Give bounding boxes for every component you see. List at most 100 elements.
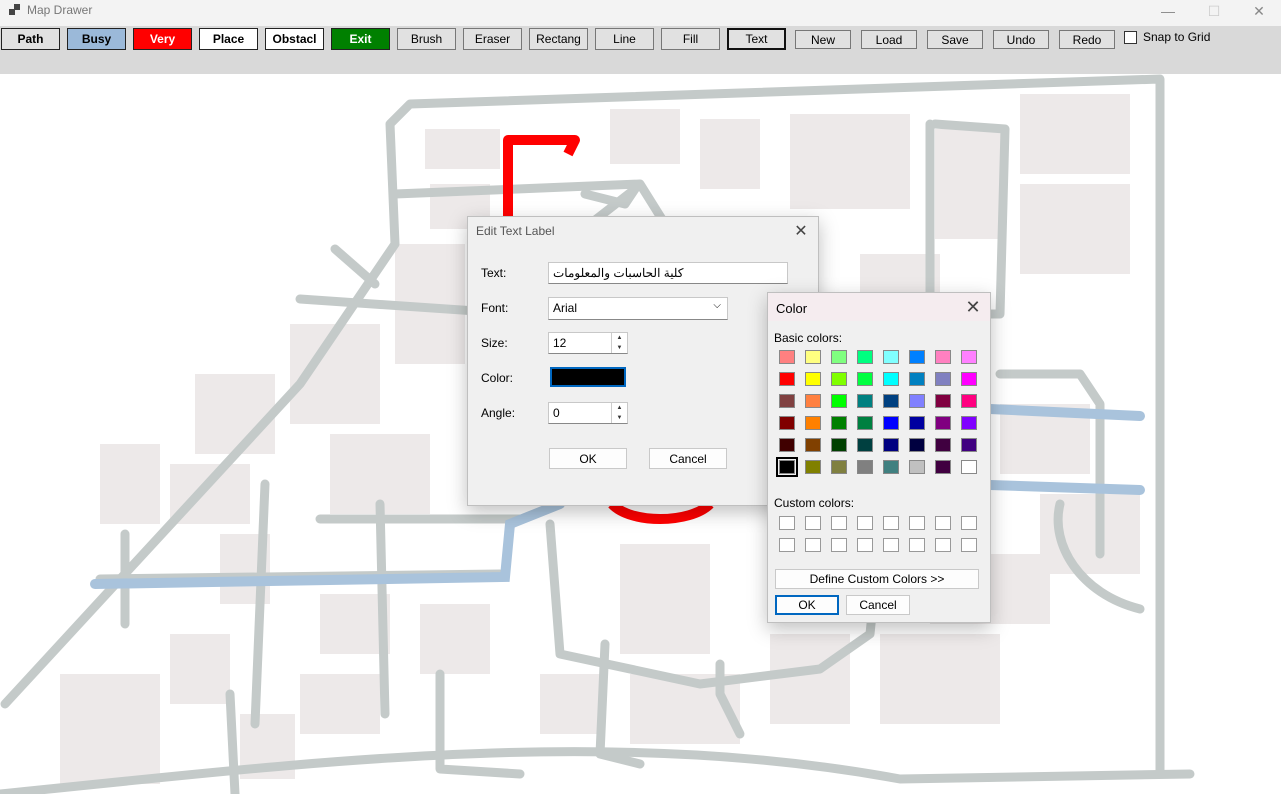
text-input[interactable]: كلية الحاسبات والمعلومات bbox=[548, 262, 788, 284]
basic-color-swatch[interactable] bbox=[831, 394, 847, 408]
basic-color-swatch[interactable] bbox=[961, 394, 977, 408]
busy-button[interactable]: Busy bbox=[67, 28, 126, 50]
basic-color-swatch[interactable] bbox=[805, 350, 821, 364]
basic-color-swatch[interactable] bbox=[961, 460, 977, 474]
color-cancel-button[interactable]: Cancel bbox=[846, 595, 910, 615]
basic-color-swatch[interactable] bbox=[857, 416, 873, 430]
close-icon[interactable]: ✕ bbox=[962, 296, 984, 318]
spin-up-icon[interactable]: ▲ bbox=[612, 333, 627, 343]
close-icon[interactable]: ✕ bbox=[790, 220, 812, 242]
load-button[interactable]: Load bbox=[861, 30, 917, 49]
spin-down-icon[interactable]: ▼ bbox=[612, 343, 627, 353]
basic-color-swatch[interactable] bbox=[883, 460, 899, 474]
brush-button[interactable]: Brush bbox=[397, 28, 456, 50]
custom-color-swatch[interactable] bbox=[779, 516, 795, 530]
basic-color-swatch[interactable] bbox=[935, 394, 951, 408]
basic-color-swatch[interactable] bbox=[961, 438, 977, 452]
cancel-button[interactable]: Cancel bbox=[649, 448, 727, 469]
exit-button[interactable]: Exit bbox=[331, 28, 390, 50]
basic-color-swatch[interactable] bbox=[779, 438, 795, 452]
basic-color-swatch[interactable] bbox=[857, 460, 873, 474]
basic-color-swatch[interactable] bbox=[909, 394, 925, 408]
basic-color-swatch[interactable] bbox=[779, 394, 795, 408]
custom-color-swatch[interactable] bbox=[831, 538, 847, 552]
basic-color-swatch[interactable] bbox=[779, 350, 795, 364]
basic-color-swatch[interactable] bbox=[857, 350, 873, 364]
rectangle-button[interactable]: Rectang bbox=[529, 28, 588, 50]
basic-color-swatch[interactable] bbox=[961, 416, 977, 430]
basic-color-swatch[interactable] bbox=[909, 438, 925, 452]
basic-color-swatch[interactable] bbox=[935, 416, 951, 430]
path-button[interactable]: Path bbox=[1, 28, 60, 50]
basic-color-swatch[interactable] bbox=[857, 438, 873, 452]
spin-down-icon[interactable]: ▼ bbox=[612, 413, 627, 423]
save-button[interactable]: Save bbox=[927, 30, 983, 49]
basic-color-swatch[interactable] bbox=[883, 438, 899, 452]
custom-color-swatch[interactable] bbox=[883, 516, 899, 530]
basic-color-swatch[interactable] bbox=[883, 394, 899, 408]
basic-color-swatch[interactable] bbox=[805, 394, 821, 408]
basic-color-swatch[interactable] bbox=[935, 438, 951, 452]
fill-button[interactable]: Fill bbox=[661, 28, 720, 50]
spin-buttons[interactable]: ▲ ▼ bbox=[611, 333, 627, 353]
line-button[interactable]: Line bbox=[595, 28, 654, 50]
basic-color-swatch[interactable] bbox=[776, 457, 798, 477]
basic-color-swatch[interactable] bbox=[909, 416, 925, 430]
very-busy-button[interactable]: Very bbox=[133, 28, 192, 50]
ok-button[interactable]: OK bbox=[549, 448, 627, 469]
color-ok-button[interactable]: OK bbox=[775, 595, 839, 615]
basic-color-swatch[interactable] bbox=[831, 350, 847, 364]
basic-color-swatch[interactable] bbox=[857, 372, 873, 386]
basic-color-swatch[interactable] bbox=[883, 416, 899, 430]
basic-color-swatch[interactable] bbox=[779, 416, 795, 430]
basic-color-swatch[interactable] bbox=[805, 416, 821, 430]
custom-color-swatch[interactable] bbox=[805, 516, 821, 530]
custom-color-swatch[interactable] bbox=[779, 538, 795, 552]
define-custom-colors-button[interactable]: Define Custom Colors >> bbox=[775, 569, 979, 589]
basic-color-swatch[interactable] bbox=[909, 372, 925, 386]
custom-color-swatch[interactable] bbox=[909, 516, 925, 530]
basic-color-swatch[interactable] bbox=[805, 372, 821, 386]
custom-color-swatch[interactable] bbox=[857, 516, 873, 530]
minimize-button[interactable]: — bbox=[1145, 0, 1191, 22]
place-button[interactable]: Place bbox=[199, 28, 258, 50]
basic-color-swatch[interactable] bbox=[935, 460, 951, 474]
custom-color-swatch[interactable] bbox=[909, 538, 925, 552]
font-select[interactable]: Arial ⌵ bbox=[548, 297, 728, 320]
basic-color-swatch[interactable] bbox=[805, 438, 821, 452]
custom-color-swatch[interactable] bbox=[961, 516, 977, 530]
basic-color-swatch[interactable] bbox=[831, 416, 847, 430]
eraser-button[interactable]: Eraser bbox=[463, 28, 522, 50]
new-button[interactable]: New bbox=[795, 30, 851, 49]
basic-color-swatch[interactable] bbox=[883, 350, 899, 364]
text-tool-button[interactable]: Text bbox=[727, 28, 786, 50]
custom-color-swatch[interactable] bbox=[935, 538, 951, 552]
custom-color-swatch[interactable] bbox=[831, 516, 847, 530]
basic-color-swatch[interactable] bbox=[831, 438, 847, 452]
basic-color-swatch[interactable] bbox=[831, 460, 847, 474]
color-swatch-button[interactable] bbox=[550, 367, 626, 387]
obstacle-button[interactable]: Obstacl bbox=[265, 28, 324, 50]
maximize-button[interactable]: ☐ bbox=[1191, 0, 1237, 22]
basic-color-swatch[interactable] bbox=[935, 372, 951, 386]
custom-color-swatch[interactable] bbox=[857, 538, 873, 552]
redo-button[interactable]: Redo bbox=[1059, 30, 1115, 49]
basic-color-swatch[interactable] bbox=[831, 372, 847, 386]
close-window-button[interactable]: ✕ bbox=[1236, 0, 1281, 22]
undo-button[interactable]: Undo bbox=[993, 30, 1049, 49]
basic-color-swatch[interactable] bbox=[935, 350, 951, 364]
custom-color-swatch[interactable] bbox=[961, 538, 977, 552]
custom-color-swatch[interactable] bbox=[935, 516, 951, 530]
custom-color-swatch[interactable] bbox=[805, 538, 821, 552]
size-stepper[interactable]: 12 ▲ ▼ bbox=[548, 332, 628, 354]
basic-color-swatch[interactable] bbox=[909, 350, 925, 364]
snap-to-grid[interactable]: Snap to Grid bbox=[1124, 30, 1210, 44]
basic-color-swatch[interactable] bbox=[883, 372, 899, 386]
custom-color-swatch[interactable] bbox=[883, 538, 899, 552]
spin-up-icon[interactable]: ▲ bbox=[612, 403, 627, 413]
basic-color-swatch[interactable] bbox=[857, 394, 873, 408]
basic-color-swatch[interactable] bbox=[909, 460, 925, 474]
spin-buttons[interactable]: ▲ ▼ bbox=[611, 403, 627, 423]
angle-stepper[interactable]: 0 ▲ ▼ bbox=[548, 402, 628, 424]
snap-to-grid-checkbox[interactable] bbox=[1124, 30, 1137, 44]
